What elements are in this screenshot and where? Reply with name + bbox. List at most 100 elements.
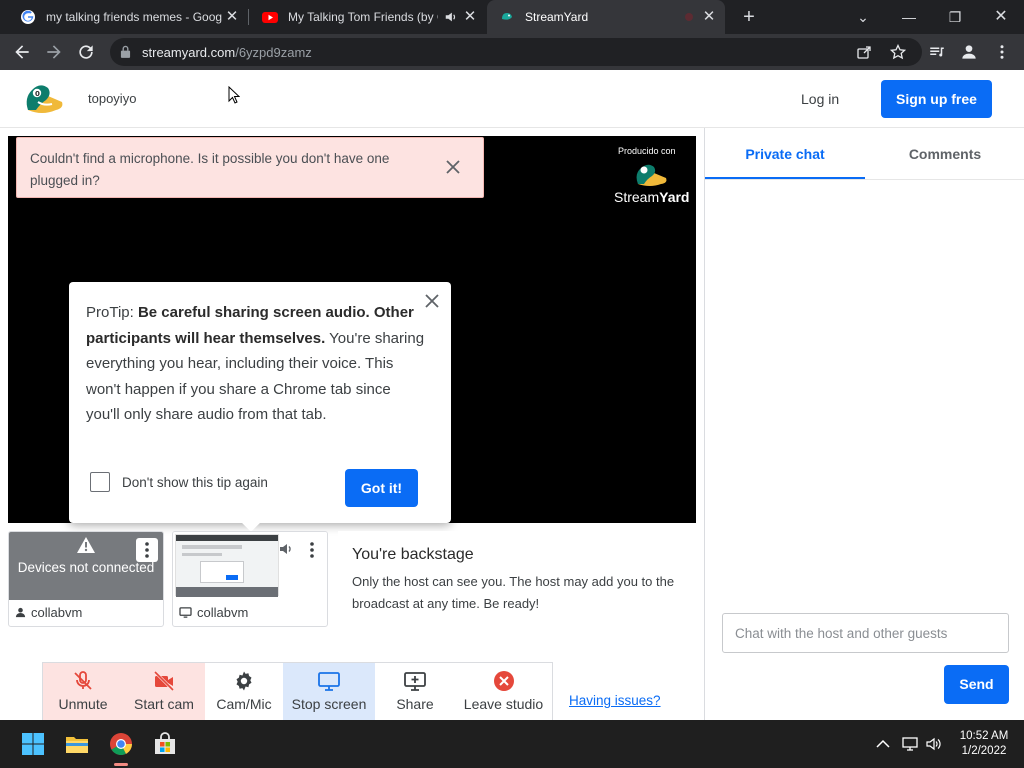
recording-indicator [685,13,693,21]
unmute-button[interactable]: Unmute [43,663,123,721]
tab-title: StreamYard [525,10,589,24]
screen-share-thumbnail [175,534,279,597]
send-button[interactable]: Send [944,665,1009,704]
reload-icon[interactable] [74,40,98,64]
tile-options-button[interactable] [301,538,323,562]
tile-options-button[interactable] [136,538,158,562]
login-link[interactable]: Log in [801,91,839,107]
browser-tab-youtube[interactable]: My Talking Tom Friends (by Ou ✕ [250,0,486,34]
lock-icon [120,45,131,58]
share-icon[interactable] [856,44,872,60]
username: topoyiyo [88,91,137,106]
monitor-icon [318,672,340,691]
protip-popover: ProTip: Be careful sharing screen audio.… [69,282,451,532]
brand-caption: Producido con [618,146,676,156]
browser-tab-strip: my talking friends memes - Goog ✕ My Tal… [0,0,1024,34]
menu-kebab-icon[interactable] [990,40,1014,64]
back-icon[interactable] [10,40,34,64]
windows-start-icon[interactable] [21,732,45,756]
leave-studio-button[interactable]: Leave studio [455,663,552,721]
divider [705,179,1024,180]
backstage-text: Only the host can see you. The host may … [352,574,675,611]
tab-private-chat[interactable]: Private chat [705,128,865,179]
chevron-down-icon[interactable]: ⌄ [850,4,876,30]
participant-name-text: collabvm [31,605,83,620]
speaker-icon[interactable] [444,10,458,24]
restore-icon[interactable]: ❐ [942,4,968,30]
dont-show-again-checkbox[interactable] [90,472,110,492]
signup-button[interactable]: Sign up free [881,80,992,118]
participant-screen [173,532,327,600]
volume-icon[interactable] [925,736,943,752]
youtube-icon [262,12,278,23]
backstage-title: You're backstage [352,546,474,563]
mic-off-icon [74,671,92,690]
participant-video: Devices not connected [9,532,163,600]
browser-toolbar: streamyard.com/6yzpd9zamz [0,34,1024,70]
speaker-icon[interactable] [278,541,294,557]
having-issues-link[interactable]: Having issues? [569,693,661,708]
stop-screen-button[interactable]: Stop screen [283,663,375,721]
new-tab-button[interactable]: + [738,6,760,28]
close-icon[interactable] [445,159,461,175]
popover-caret [241,512,261,532]
mouse-cursor-icon [228,86,240,104]
site-header: 0 topoyiyo Log in Sign up free [0,70,1024,128]
participant-tile-screen[interactable]: collabvm [172,531,328,627]
bookmark-star-icon[interactable] [890,44,906,60]
browser-tab-google[interactable]: my talking friends memes - Goog ✕ [8,0,248,34]
streamyard-watermark-logo [636,164,667,186]
windows-taskbar: 10:52 AM 1/2/2022 [0,720,1024,768]
alert-message: Couldn't find a microphone. Is it possib… [30,151,390,188]
chat-panel: Private chat Comments Send [704,128,1024,720]
studio-control-bar: Unmute Start cam Cam/Mic Stop screen Sha… [42,662,553,721]
got-it-button[interactable]: Got it! [345,469,418,507]
control-label: Leave studio [463,696,544,712]
protip-prefix: ProTip: [86,304,138,321]
warning-icon [77,537,95,553]
chrome-icon[interactable] [109,732,133,756]
cam-mic-settings-button[interactable]: Cam/Mic [205,663,283,721]
streamyard-logo[interactable]: 0 [22,80,66,118]
control-label: Share [396,696,434,712]
protip-message: ProTip: Be careful sharing screen audio.… [86,300,426,428]
store-icon[interactable] [153,732,177,756]
person-icon [15,607,26,618]
url-text: streamyard.com/6yzpd9zamz [142,45,312,60]
close-icon[interactable]: ✕ [224,9,240,25]
minimize-icon[interactable]: — [896,4,922,30]
participant-name: collabvm [15,605,82,620]
media-control-icon[interactable] [925,40,949,64]
tab-title: my talking friends memes - Goog [46,10,223,24]
close-icon[interactable]: ✕ [701,9,717,25]
url-host: streamyard.com [142,45,236,60]
url-path: /6yzpd9zamz [235,45,312,60]
participant-tile-camera[interactable]: Devices not connected collabvm [8,531,164,627]
brand-name-stream: Stream [614,189,660,205]
menu-kebab-icon [310,542,314,558]
close-icon[interactable]: ✕ [462,9,478,25]
brand-name-yard: Yard [659,189,690,205]
file-explorer-icon[interactable] [65,732,89,756]
svg-text:0: 0 [35,90,40,98]
network-icon[interactable] [901,736,919,752]
tab-comments[interactable]: Comments [865,128,1024,179]
tab-separator [248,9,249,25]
close-icon[interactable]: ✕ [988,4,1014,30]
control-label: Start cam [134,696,194,712]
brand-name: StreamYard [614,189,689,205]
browser-tab-streamyard[interactable]: StreamYard ✕ [487,0,725,34]
profile-icon[interactable] [957,40,981,64]
chevron-up-icon[interactable] [874,736,892,752]
start-cam-button[interactable]: Start cam [123,663,205,721]
clock-time: 10:52 AM [959,730,1009,742]
system-clock[interactable]: 10:52 AM 1/2/2022 [950,729,1018,759]
control-label: Unmute [58,696,108,712]
control-label: Stop screen [291,696,367,712]
address-bar[interactable]: streamyard.com/6yzpd9zamz [110,38,922,66]
participant-name-text: collabvm [197,605,249,620]
chat-input[interactable] [722,613,1009,653]
monitor-icon [179,607,192,618]
share-screen-button[interactable]: Share [375,663,455,721]
forward-icon[interactable] [42,40,66,64]
